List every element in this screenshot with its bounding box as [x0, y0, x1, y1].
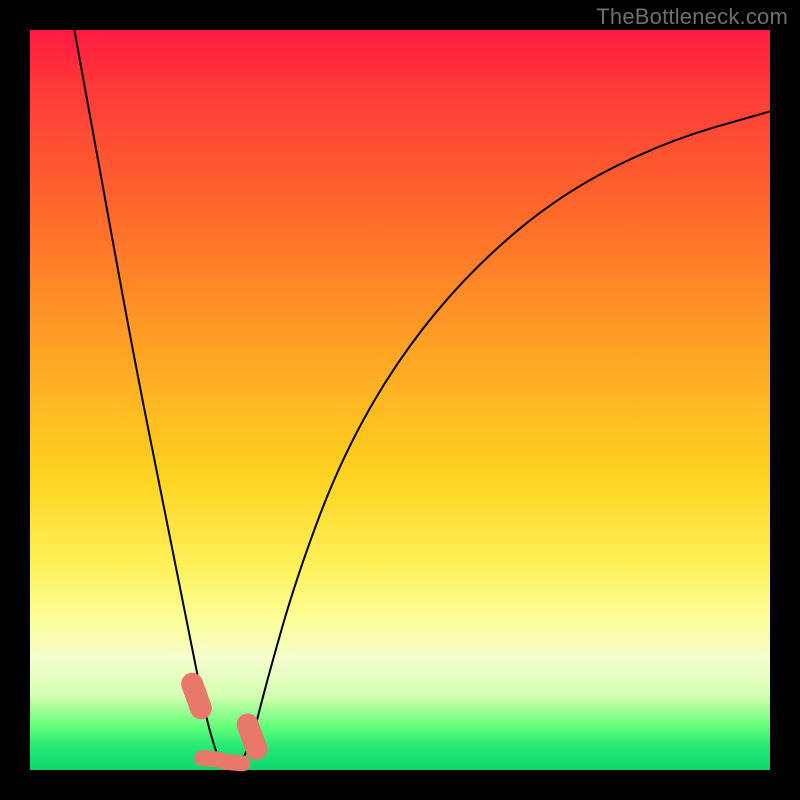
watermark-text: TheBottleneck.com — [596, 4, 788, 30]
curve-marker — [192, 684, 201, 708]
chart-frame: TheBottleneck.com — [0, 0, 800, 800]
curve-marker — [225, 762, 243, 764]
markers-group — [192, 684, 256, 764]
plot-area — [30, 30, 770, 770]
curve-marker — [248, 725, 257, 749]
curve-svg — [30, 30, 770, 770]
bottleneck-curve — [74, 30, 770, 770]
